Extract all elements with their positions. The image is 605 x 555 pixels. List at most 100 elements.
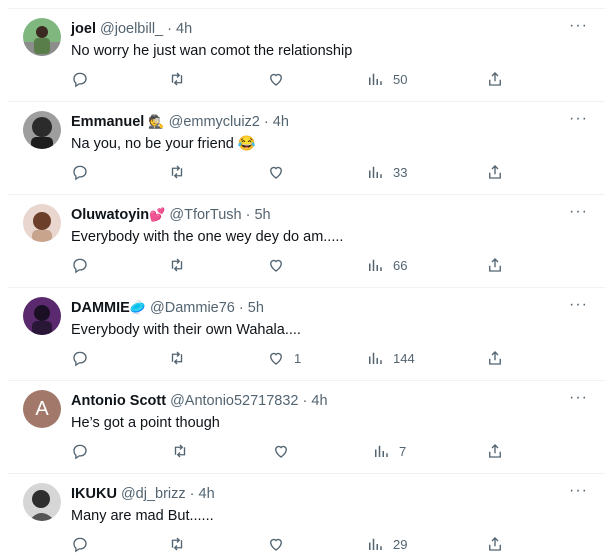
views-button[interactable]: 144 <box>366 348 415 368</box>
heart-icon <box>270 259 282 272</box>
reply-button[interactable] <box>71 255 98 275</box>
share-button[interactable] <box>486 69 504 89</box>
timestamp[interactable]: 4h <box>311 393 327 409</box>
view-count: 33 <box>393 164 408 180</box>
more-options-button[interactable]: ··· <box>569 18 588 34</box>
like-button[interactable] <box>267 162 294 182</box>
avatar[interactable] <box>23 297 61 335</box>
reply-item[interactable]: A Antonio Scott @Antonio52717832 · 4h He… <box>8 380 605 473</box>
retweet-icon <box>171 165 183 179</box>
reply-button[interactable] <box>71 441 98 461</box>
heart-icon <box>270 538 282 551</box>
views-button[interactable]: 66 <box>366 255 407 275</box>
reply-header: Antonio Scott @Antonio52717832 · 4h <box>71 392 328 410</box>
share-button[interactable] <box>486 441 504 461</box>
retweet-icon <box>171 72 183 86</box>
like-count: 1 <box>294 350 302 366</box>
reply-button[interactable] <box>71 162 98 182</box>
reply-button[interactable] <box>71 534 98 554</box>
separator-dot: · <box>302 393 308 409</box>
views-button[interactable]: 7 <box>372 441 406 461</box>
timestamp[interactable]: 5h <box>248 300 264 316</box>
like-button[interactable] <box>267 69 294 89</box>
replies-feed: joel @joelbill_ · 4h No worry he just wa… <box>0 0 605 555</box>
user-handle[interactable]: @Antonio52717832 <box>170 393 298 409</box>
timestamp[interactable]: 4h <box>273 114 289 130</box>
retweet-icon <box>171 351 183 365</box>
like-button[interactable] <box>267 255 294 275</box>
retweet-button[interactable] <box>168 534 195 554</box>
user-handle[interactable]: @emmycluiz2 <box>169 114 260 130</box>
user-handle[interactable]: @joelbill_ <box>100 21 163 37</box>
reply-item[interactable]: joel @joelbill_ · 4h No worry he just wa… <box>8 8 605 101</box>
display-name[interactable]: joel <box>71 21 96 37</box>
retweet-button[interactable] <box>171 441 198 461</box>
separator-dot: · <box>245 207 251 223</box>
view-count: 50 <box>393 71 408 87</box>
like-button[interactable] <box>272 441 299 461</box>
user-handle[interactable]: @Dammie76 <box>150 300 235 316</box>
timestamp[interactable]: 4h <box>199 486 215 502</box>
share-button[interactable] <box>486 255 504 275</box>
reply-button[interactable] <box>71 348 98 368</box>
timestamp[interactable]: 5h <box>254 207 270 223</box>
views-button[interactable]: 29 <box>366 534 407 554</box>
reply-header: IKUKU @dj_brizz · 4h <box>71 485 215 503</box>
separator-dot: · <box>167 21 172 37</box>
share-button[interactable] <box>486 162 504 182</box>
name-badge: 💕 <box>149 207 166 222</box>
user-handle[interactable]: @dj_brizz <box>121 486 186 502</box>
reply-item[interactable]: IKUKU @dj_brizz · 4h Many are mad But...… <box>8 473 605 555</box>
separator-dot: · <box>238 300 244 316</box>
timestamp[interactable]: 4h <box>176 21 192 37</box>
retweet-icon <box>174 444 186 458</box>
reply-button[interactable] <box>71 69 98 89</box>
action-bar: 7 <box>71 441 511 461</box>
avatar[interactable]: A <box>23 390 61 428</box>
display-name[interactable]: DAMMIE <box>71 300 130 316</box>
more-options-button[interactable]: ··· <box>569 390 588 406</box>
retweet-button[interactable] <box>168 255 195 275</box>
action-bar: 29 <box>71 534 511 554</box>
user-handle[interactable]: @TforTush <box>169 207 241 223</box>
share-button[interactable] <box>486 348 504 368</box>
reply-item[interactable]: DAMMIE🥏 @Dammie76 · 5h Everybody with th… <box>8 287 605 380</box>
heart-icon <box>270 352 282 365</box>
analytics-icon <box>369 538 382 550</box>
more-options-button[interactable]: ··· <box>569 483 588 499</box>
display-name[interactable]: Emmanuel <box>71 114 144 130</box>
retweet-button[interactable] <box>168 348 195 368</box>
heart-icon <box>270 73 282 86</box>
reply-header: Emmanuel 🕵 @emmycluiz2 · 4h <box>71 113 289 131</box>
like-button[interactable]: 1 <box>267 348 301 368</box>
more-options-button[interactable]: ··· <box>569 297 588 313</box>
analytics-icon <box>369 259 382 271</box>
name-badge: 🥏 <box>129 300 146 315</box>
avatar[interactable] <box>23 483 61 521</box>
avatar[interactable] <box>23 18 61 56</box>
action-bar: 1 144 <box>71 348 511 368</box>
views-button[interactable]: 50 <box>366 69 407 89</box>
more-options-button[interactable]: ··· <box>569 204 588 220</box>
retweet-icon <box>171 537 183 551</box>
share-icon <box>489 537 501 551</box>
reply-text: Everybody with their own Wahala.... <box>71 322 301 338</box>
display-name[interactable]: Antonio Scott <box>71 393 166 409</box>
share-button[interactable] <box>486 534 504 554</box>
name-badge: 🕵 <box>148 114 165 129</box>
display-name[interactable]: Oluwatoyin <box>71 207 149 223</box>
reply-item[interactable]: Emmanuel 🕵 @emmycluiz2 · 4h Na you, no b… <box>8 101 605 194</box>
like-button[interactable] <box>267 534 294 554</box>
retweet-button[interactable] <box>168 162 195 182</box>
reply-icon <box>73 351 87 367</box>
display-name[interactable]: IKUKU <box>71 486 117 502</box>
avatar[interactable] <box>23 204 61 242</box>
reply-item[interactable]: Oluwatoyin💕 @TforTush · 5h Everybody wit… <box>8 194 605 287</box>
views-button[interactable]: 33 <box>366 162 407 182</box>
more-options-button[interactable]: ··· <box>569 111 588 127</box>
share-icon <box>489 72 501 86</box>
retweet-button[interactable] <box>168 69 195 89</box>
avatar[interactable] <box>23 111 61 149</box>
reply-icon <box>73 444 87 460</box>
reply-text: Many are mad But...... <box>71 508 214 524</box>
